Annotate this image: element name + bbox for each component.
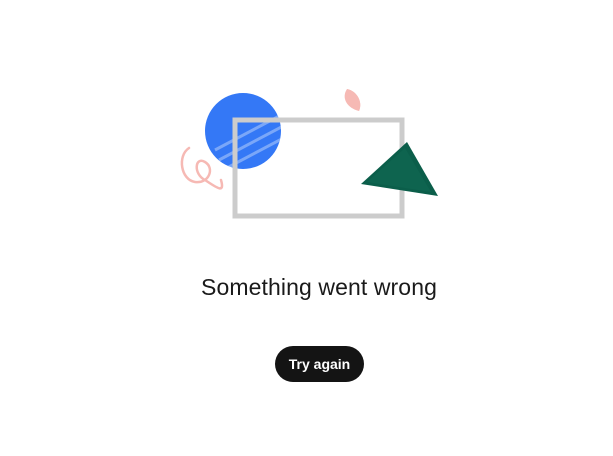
- try-again-button[interactable]: Try again: [275, 346, 364, 382]
- error-page: Something went wrong Try again: [0, 0, 613, 456]
- circle-shape: [205, 93, 281, 169]
- broken-content-illustration: [180, 89, 438, 219]
- error-title: Something went wrong: [201, 274, 437, 300]
